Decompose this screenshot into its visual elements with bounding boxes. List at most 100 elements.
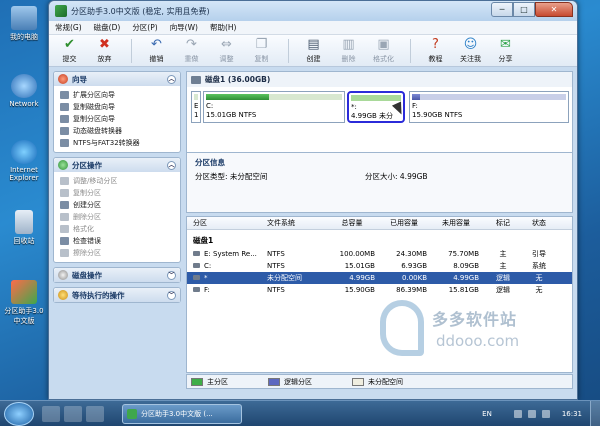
wizard-item-label: NTFS与FAT32转换器 (73, 139, 140, 147)
legend-swatch (191, 377, 203, 386)
chevron-down-icon[interactable]: ﹀ (167, 270, 176, 280)
menu-wizard[interactable]: 向导(W) (170, 22, 198, 33)
start-button[interactable] (4, 401, 34, 426)
menu-partition[interactable]: 分区(P) (132, 22, 157, 33)
explorer-taskbar-icon[interactable] (64, 405, 82, 422)
desktop-icon-recycle-bin[interactable]: 回收站 (2, 210, 46, 246)
cell-text: 系统 (532, 262, 546, 270)
show-desktop-button[interactable] (590, 401, 600, 426)
network-tray-icon[interactable] (527, 410, 536, 418)
minimize-button[interactable]: ─ (491, 1, 513, 17)
partition-op-item[interactable]: 删除分区 (60, 211, 174, 223)
legend: 主分区 逻辑分区 未分配空间 (186, 374, 573, 389)
pending-ops-panel[interactable]: 等待执行的操作 ﹀ (53, 287, 181, 303)
legend-label: 逻辑分区 (284, 377, 312, 386)
language-indicator[interactable]: EN (482, 410, 492, 418)
toolbar-button-7[interactable]: ▥ 删除 (332, 37, 365, 64)
column-header[interactable]: 未用容量 (433, 218, 485, 228)
volume-icon[interactable] (541, 410, 550, 418)
toolbar-button-4[interactable]: ⇔ 调整 (210, 36, 243, 64)
desktop-icon-partition-assistant[interactable]: 分区助手3.0中文版 (2, 280, 46, 326)
column-header[interactable]: 标记 (485, 218, 521, 228)
desktop-icon-ie[interactable]: Internet Explorer (2, 140, 46, 182)
flag-icon[interactable] (513, 410, 522, 418)
toolbar-button-5[interactable]: ❐ 复制 (245, 37, 278, 64)
toolbar-button-3[interactable]: ↷ 重做 (175, 37, 208, 64)
partition-op-item[interactable]: 格式化 (60, 223, 174, 235)
chevron-down-icon[interactable]: ﹀ (167, 290, 176, 300)
toolbar-button-11[interactable]: ✉ 分享 (489, 37, 522, 64)
menu-general[interactable]: 常规(G) (55, 22, 82, 33)
toolbar-separator (131, 38, 132, 63)
toolbar-icon: ▣ (377, 36, 390, 52)
disk-group-row[interactable]: 磁盘1 (187, 230, 572, 248)
toolbar-button-8[interactable]: ▣ 格式化 (367, 36, 400, 64)
wizard-item-icon (60, 139, 69, 147)
toolbar-button-9[interactable]: ? 教程 (419, 37, 452, 64)
maximize-button[interactable]: □ (513, 1, 535, 17)
partition-row: E 1 C: 15.01GB NTFS *: 4.99GB 未分 F: 15.9… (191, 91, 569, 125)
wizard-item[interactable]: 复制分区向导 (60, 113, 174, 125)
wizard-item-label: 复制磁盘向导 (73, 103, 115, 111)
wizard-item-label: 扩展分区向导 (73, 91, 115, 99)
partition-block-e[interactable]: E 1 (191, 91, 201, 123)
wizard-item[interactable]: 动态磁盘转换器 (60, 125, 174, 137)
legend-item: 主分区 (191, 377, 228, 387)
table-row[interactable]: C: NTFS 15.01GB 6.93GB 8.09GB 主 系统 (187, 260, 572, 272)
table-header: 分区 文件系统 总容量 已用容量 未用容量 标记 状态 (187, 217, 572, 230)
cell-text: 未分配空间 (267, 274, 302, 282)
wizard-panel-header[interactable]: 向导 ︿ (54, 72, 180, 86)
toolbar-button-10[interactable]: ☺ 关注我 (454, 37, 487, 64)
cell-text: 75.70MB (448, 250, 479, 258)
menu-disk[interactable]: 磁盘(D) (94, 22, 121, 33)
wizard-item[interactable]: 扩展分区向导 (60, 89, 174, 101)
column-header[interactable]: 分区 (187, 218, 267, 228)
desktop-icon-computer[interactable]: 我的电脑 (2, 6, 46, 42)
table-row[interactable]: * 未分配空间 4.99GB 0.00KB 4.99GB 逻辑 无 (187, 272, 572, 284)
chevron-up-icon[interactable]: ︿ (167, 74, 176, 84)
ie-taskbar-icon[interactable] (42, 405, 60, 422)
cell-text: NTFS (267, 250, 285, 258)
column-header[interactable]: 文件系统 (267, 218, 329, 228)
taskbar-item-partition-assistant[interactable]: 分区助手3.0中文版 (... (122, 403, 242, 424)
clock[interactable]: 16:31 (562, 410, 582, 418)
legend-label: 未分配空间 (368, 377, 403, 386)
column-header[interactable]: 已用容量 (381, 218, 433, 228)
partition-block-c[interactable]: C: 15.01GB NTFS (203, 91, 345, 123)
toolbar-button-6[interactable]: ▤ 创建 (297, 37, 330, 64)
toolbar-icon: ⇔ (221, 36, 232, 52)
partition-op-label: 检查错误 (73, 237, 101, 245)
chevron-up-icon[interactable]: ︿ (167, 160, 176, 170)
table-cell: 无 (521, 273, 557, 283)
partition-op-icon (60, 213, 69, 221)
table-row[interactable]: E: System Re... NTFS 100.00MB 24.30MB 75.70M… (187, 248, 572, 260)
title-bar[interactable]: 分区助手3.0中文版 (稳定, 实用且免费) ─ □ ✕ (49, 1, 577, 21)
partition-ops-header[interactable]: 分区操作 ︿ (54, 158, 180, 172)
disk-ops-header[interactable]: 磁盘操作 ﹀ (54, 268, 180, 282)
column-header[interactable]: 总容量 (329, 218, 381, 228)
partition-op-item[interactable]: 检查错误 (60, 235, 174, 247)
pending-ops-header[interactable]: 等待执行的操作 ﹀ (54, 288, 180, 302)
partition-op-item[interactable]: 擦除分区 (60, 247, 174, 259)
partition-block-f[interactable]: F: 15.90GB NTFS (409, 91, 569, 123)
legend-item: 逻辑分区 (268, 377, 312, 387)
close-button[interactable]: ✕ (535, 1, 573, 17)
toolbar-button-1[interactable]: ✖ 放弃 (88, 37, 121, 64)
media-player-taskbar-icon[interactable] (86, 405, 104, 422)
wizard-item[interactable]: 复制磁盘向导 (60, 101, 174, 113)
toolbar-button-0[interactable]: ✔ 提交 (53, 36, 86, 64)
desktop-icon-network[interactable]: Network (2, 74, 46, 108)
partition-op-item[interactable]: 创建分区 (60, 199, 174, 211)
partition-items: 调整/移动分区 复制分区 创建分区 删除分区 格式化检查错误擦除分区 (54, 172, 180, 262)
toolbar-icon: ✔ (64, 36, 75, 52)
partition-op-item[interactable]: 调整/移动分区 (60, 175, 174, 187)
disk-ops-panel[interactable]: 磁盘操作 ﹀ (53, 267, 181, 283)
disk-header[interactable]: 磁盘1 (36.00GB) (187, 72, 572, 87)
menu-help[interactable]: 帮助(H) (210, 22, 237, 33)
toolbar-label: 复制 (254, 54, 269, 63)
table-row[interactable]: F: NTFS 15.90GB 86.39MB 15.81GB 逻辑 无 (187, 284, 572, 296)
column-header[interactable]: 状态 (521, 218, 557, 228)
wizard-item[interactable]: NTFS与FAT32转换器 (60, 137, 174, 149)
partition-op-item[interactable]: 复制分区 (60, 187, 174, 199)
toolbar-button-2[interactable]: ↶ 撤销 (140, 37, 173, 64)
